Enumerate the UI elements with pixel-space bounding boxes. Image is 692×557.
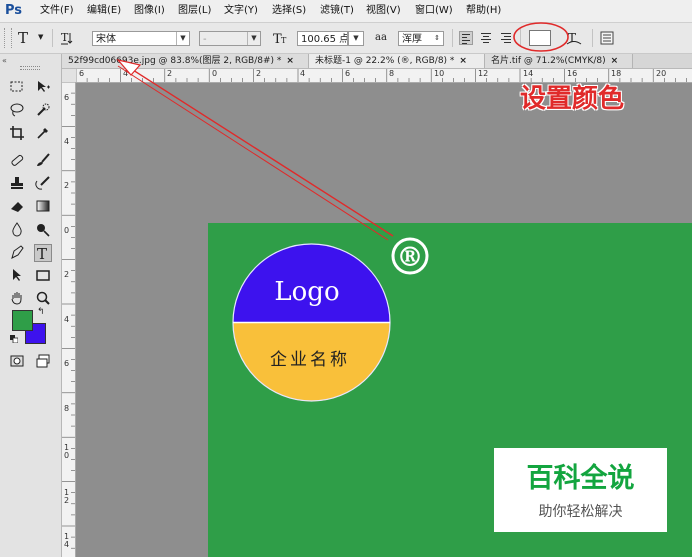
watermark: 百科全说 助你轻松解决: [494, 448, 667, 532]
watermark-title: 百科全说: [526, 463, 635, 494]
company-name-text: 企业名称: [270, 350, 350, 370]
registered-mark: ®: [397, 242, 424, 273]
annotation-arrow-line: [121, 62, 394, 237]
watermark-subtitle: 助你轻松解决: [538, 504, 623, 520]
annotation-callout: 设置颜色: [520, 84, 625, 114]
foreground-color-swatch[interactable]: [12, 310, 33, 331]
annotation-arrow-line: [117, 65, 389, 241]
logo-text: Logo: [274, 277, 339, 307]
highlight-circle: [513, 22, 569, 52]
